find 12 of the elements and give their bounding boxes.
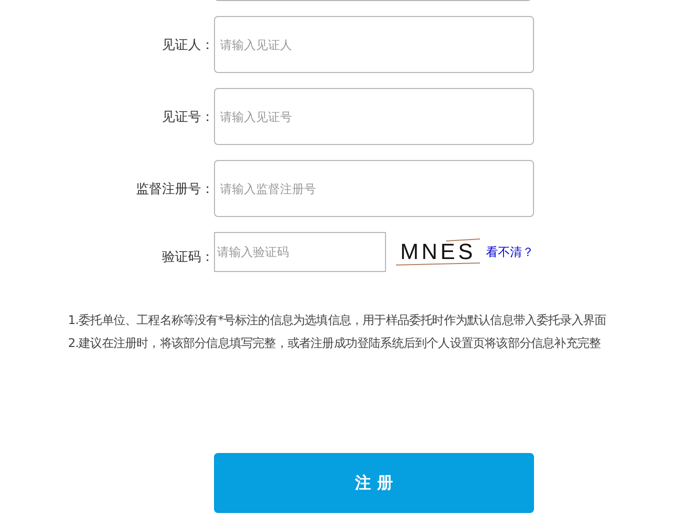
field-label: 见证号： <box>161 108 214 126</box>
field-label: 见证人： <box>161 36 214 54</box>
note-text: 1.委托单位、工程名称等没有*号标注的信息为选填信息，用于样品委托时作为默认信息带入委托录入界面 <box>68 312 608 329</box>
input-field[interactable]: 请输入见证号 <box>214 88 534 145</box>
captcha-field[interactable]: 请输入验证码 <box>214 232 386 272</box>
input-field[interactable]: 请输入监督注册号 <box>214 160 534 217</box>
note-text: 2.建议在注册时，将该部分信息填写完整，或者注册成功登陆系统后到个人设置页将该部分信息补充完整 <box>68 335 602 352</box>
refresh-captcha-link[interactable]: 看不清？ <box>486 244 534 260</box>
input-field[interactable]: 请输入见证人 <box>214 16 534 73</box>
field-label: 监督注册号： <box>135 180 214 198</box>
captcha-image: MNES <box>396 238 480 266</box>
field-label: 验证码： <box>161 249 214 266</box>
